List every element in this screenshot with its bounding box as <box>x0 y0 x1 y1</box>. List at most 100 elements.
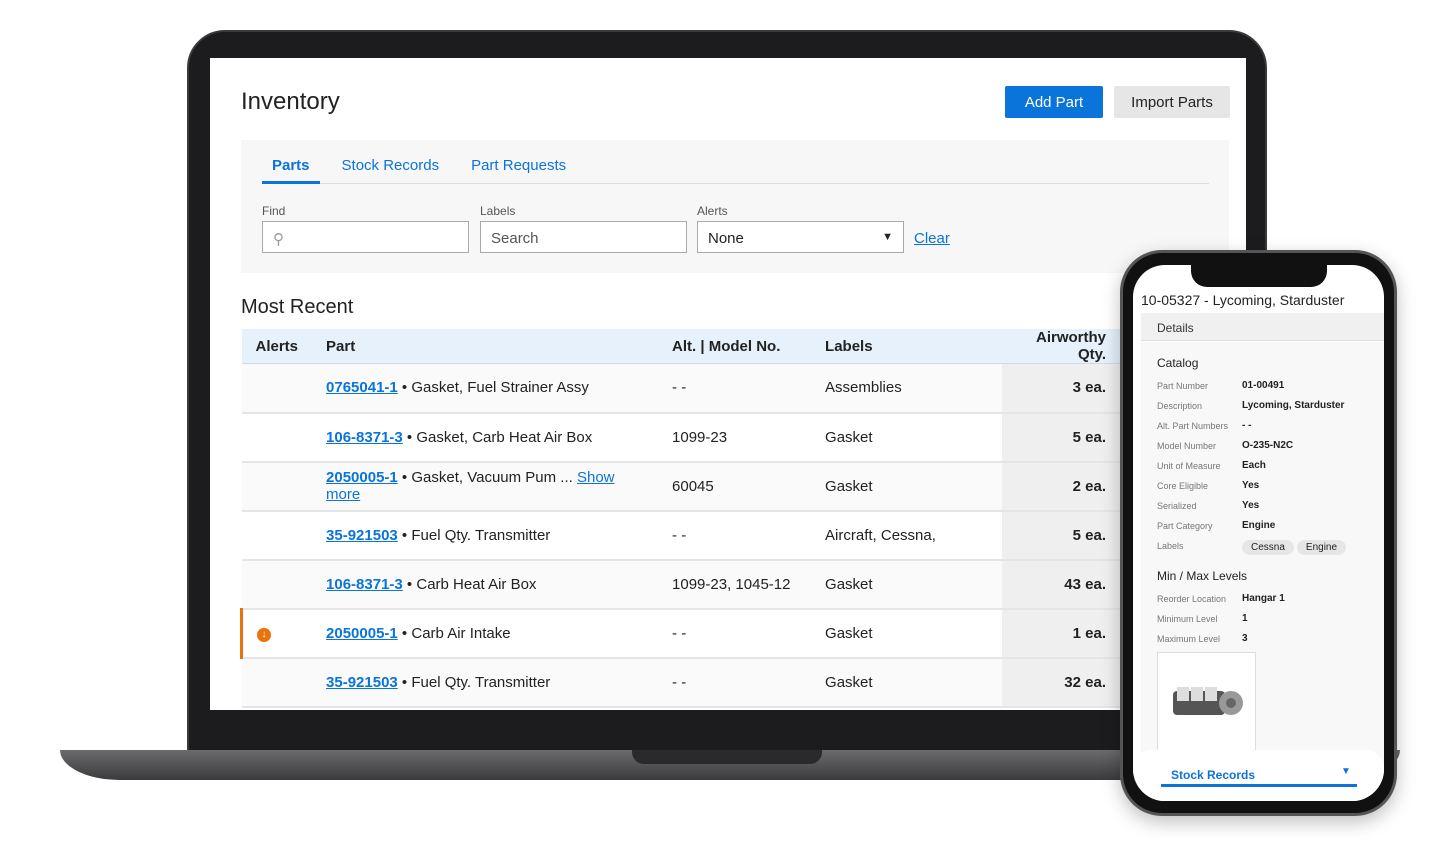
table-row[interactable]: 2050005-1 • Gasket, Vacuum Pum ... Show … <box>241 461 1120 512</box>
part-cell: 35-921503 • Fuel Qty. Transmitter <box>312 510 659 561</box>
labels-cell: Assemblies <box>811 363 1002 414</box>
detail-row: Part Number 01-00491 <box>1157 380 1285 391</box>
table-row[interactable]: 106-8371-3 • Carb Heat Air Box 1099-23, … <box>241 559 1120 610</box>
model-cell: - - <box>658 363 812 414</box>
detail-row: Model Number O-235-N2C <box>1157 440 1294 451</box>
part-cell: 0765041-1 • Gasket, Fuel Strainer Assy <box>312 363 659 414</box>
detail-row: Minimum Level 1 <box>1157 613 1248 624</box>
labels-label: Labels <box>480 204 516 218</box>
details-body: Catalog Part Number 01-00491 Description Ly… <box>1141 342 1384 801</box>
alert-down-icon: ↓ <box>257 628 271 642</box>
detail-row: Unit of Measure Each <box>1157 460 1266 471</box>
table-row[interactable]: 35-921503 • Fuel Qty. Transmitter - - Ai… <box>241 510 1120 561</box>
detail-row: Part Category Engine <box>1157 520 1276 531</box>
alert-cell <box>241 412 313 463</box>
tab-parts[interactable]: Parts <box>262 140 320 184</box>
laptop-notch <box>632 750 822 764</box>
detail-row: Alt. Part Numbers - - <box>1157 420 1252 431</box>
minmax-title: Min / Max Levels <box>1157 569 1248 583</box>
model-cell: 1099-23 <box>658 412 812 463</box>
details-tab[interactable]: Details <box>1141 313 1384 341</box>
col-qty: Airworthy Qty. <box>1002 329 1120 364</box>
col-model: Alt. | Model No. <box>658 329 812 364</box>
labels-cell: Gasket <box>811 657 1002 708</box>
table-row[interactable]: 35-921503 • Fuel Qty. Transmitter - - Ga… <box>241 657 1120 708</box>
clear-link[interactable]: Clear <box>914 230 950 247</box>
labels-cell: Gasket <box>811 559 1002 610</box>
qty-cell: 43 ea. <box>1002 559 1120 610</box>
labels-cell: Gasket <box>811 461 1002 512</box>
find-input[interactable]: ⚲ <box>262 221 469 253</box>
active-underline <box>1161 784 1357 787</box>
labels-cell: Aircraft, Cessna, <box>811 510 1002 561</box>
model-cell: 1099-23, 1045-12 <box>658 559 812 610</box>
model-cell: - - <box>658 510 812 561</box>
qty-cell: 2 ea. <box>1002 461 1120 512</box>
filter-panel: Parts Stock Records Part Requests Find ⚲… <box>241 140 1229 273</box>
qty-cell: 3 ea. <box>1002 363 1120 414</box>
part-number-link[interactable]: 2050005-1 <box>326 625 398 642</box>
detail-row: Maximum Level 3 <box>1157 633 1248 644</box>
tab-stock-records[interactable]: Stock Records <box>332 140 450 184</box>
tab-part-requests[interactable]: Part Requests <box>461 140 576 184</box>
stock-records-dropdown[interactable]: Stock Records ▼ <box>1133 750 1384 801</box>
part-title: 10-05327 - Lycoming, Starduster <box>1141 292 1345 308</box>
model-cell: 60045 <box>658 461 812 512</box>
import-parts-button[interactable]: Import Parts <box>1114 86 1230 118</box>
part-number-link[interactable]: 106-8371-3 <box>326 576 403 593</box>
alert-cell <box>241 559 313 610</box>
alert-cell <box>241 363 313 414</box>
part-number-link[interactable]: 0765041-1 <box>326 379 398 396</box>
phone-frame: 10-05327 - Lycoming, Starduster Details … <box>1120 250 1397 816</box>
part-cell: 2050005-1 • Carb Air Intake <box>312 608 659 659</box>
section-title: Most Recent <box>241 296 354 318</box>
part-number-link[interactable]: 35-921503 <box>326 674 398 691</box>
add-part-button[interactable]: Add Part <box>1005 86 1103 118</box>
laptop-screen: Inventory Add Part Import Parts Parts St… <box>210 58 1246 710</box>
alerts-select[interactable]: None ▼ <box>697 221 904 253</box>
find-label: Find <box>262 204 286 218</box>
labels-input[interactable]: Search <box>480 221 687 253</box>
labels-cell: Gasket <box>811 412 1002 463</box>
label-chip[interactable]: Cessna <box>1242 540 1294 555</box>
detail-row: Reorder Location Hangar 1 <box>1157 593 1285 604</box>
part-number-link[interactable]: 2050005-1 <box>326 469 398 486</box>
part-number-link[interactable]: 35-921503 <box>326 527 398 544</box>
table-row[interactable]: 0765041-1 • Gasket, Fuel Strainer Assy -… <box>241 363 1120 414</box>
table-row[interactable]: ↓ 2050005-1 • Carb Air Intake - - Gasket… <box>240 608 1120 659</box>
col-alerts: Alerts <box>241 329 313 364</box>
alert-cell <box>241 461 313 512</box>
detail-row: Serialized Yes <box>1157 500 1260 511</box>
part-cell: 35-921503 • Fuel Qty. Transmitter <box>312 657 659 708</box>
alert-cell <box>241 657 313 708</box>
qty-cell: 5 ea. <box>1002 510 1120 561</box>
part-cell: 106-8371-3 • Gasket, Carb Heat Air Box <box>312 412 659 463</box>
detail-row: Core Eligible Yes <box>1157 480 1260 491</box>
alert-cell <box>241 510 313 561</box>
search-icon: ⚲ <box>273 231 284 248</box>
engine-image <box>1157 652 1256 751</box>
catalog-title: Catalog <box>1157 356 1199 370</box>
table-row[interactable]: 106-8371-3 • Gasket, Carb Heat Air Box 1… <box>241 412 1120 463</box>
col-labels: Labels <box>811 329 1002 364</box>
caret-down-icon: ▼ <box>1341 766 1351 777</box>
model-cell: - - <box>658 657 812 708</box>
part-number-link[interactable]: 106-8371-3 <box>326 429 403 446</box>
phone-screen: 10-05327 - Lycoming, Starduster Details … <box>1133 265 1384 801</box>
qty-cell: 5 ea. <box>1002 412 1120 463</box>
phone-notch <box>1191 265 1327 287</box>
part-cell: 106-8371-3 • Carb Heat Air Box <box>312 559 659 610</box>
model-cell: - - <box>658 608 812 659</box>
detail-row: Description Lycoming, Starduster <box>1157 400 1345 411</box>
qty-cell: 1 ea. <box>1002 608 1120 659</box>
alerts-label: Alerts <box>697 204 728 218</box>
alert-cell: ↓ <box>240 608 313 659</box>
qty-cell: 32 ea. <box>1002 657 1120 708</box>
label-chip[interactable]: Engine <box>1296 540 1347 555</box>
page-title: Inventory <box>241 88 340 115</box>
col-part: Part <box>312 329 659 364</box>
tab-bar: Parts Stock Records Part Requests <box>262 140 1209 184</box>
caret-down-icon: ▼ <box>882 231 893 243</box>
labels-cell: Gasket <box>811 608 1002 659</box>
part-cell: 2050005-1 • Gasket, Vacuum Pum ... Show … <box>312 461 659 512</box>
